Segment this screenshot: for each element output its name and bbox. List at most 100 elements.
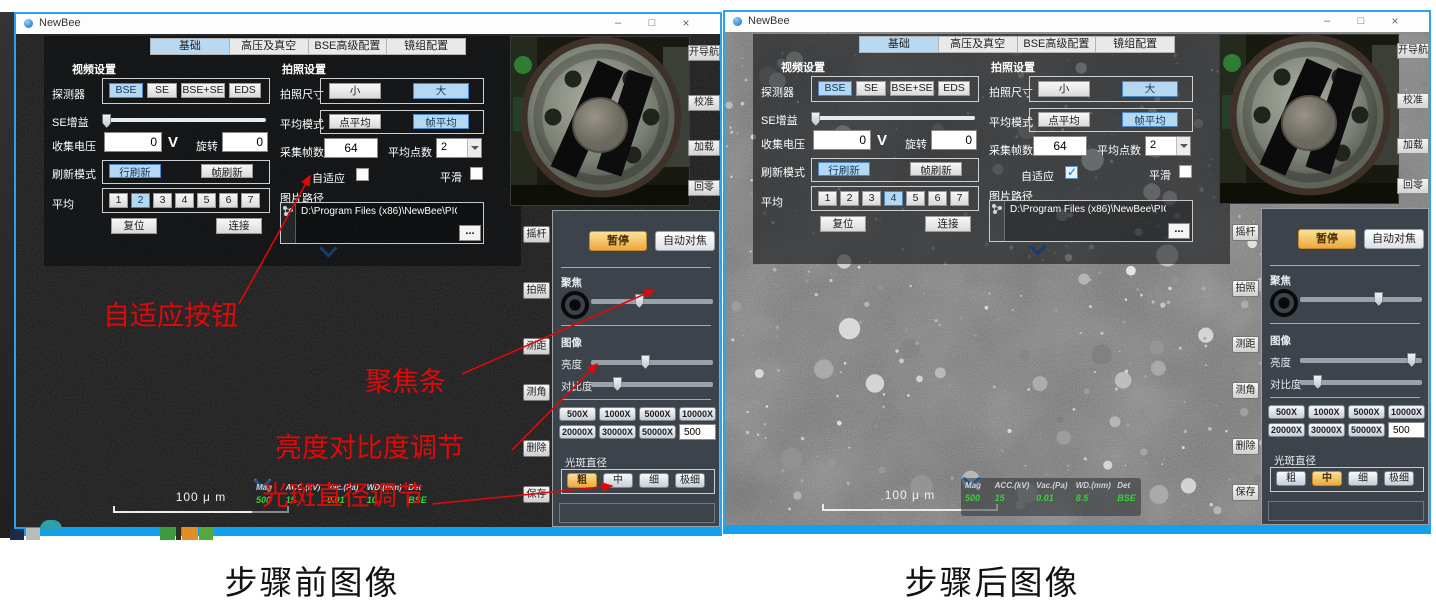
- mag-1000x-button[interactable]: 1000X: [599, 407, 636, 421]
- contrast-slider-thumb[interactable]: [613, 377, 622, 391]
- tab-basic[interactable]: 基础: [859, 36, 939, 53]
- minimize-button[interactable]: –: [604, 15, 632, 32]
- average-5-button[interactable]: 5: [197, 193, 216, 208]
- average-7-button[interactable]: 7: [241, 193, 260, 208]
- mag-30000x-button[interactable]: 30000X: [1308, 423, 1345, 437]
- spot-medium-button[interactable]: 中: [603, 473, 633, 488]
- dropdown-arrow-segment[interactable]: [1176, 137, 1190, 155]
- brightness-slider[interactable]: [1300, 358, 1422, 363]
- average-7-button[interactable]: 7: [950, 191, 969, 206]
- mag-10000x-button[interactable]: 10000X: [679, 407, 716, 421]
- average-3-button[interactable]: 3: [153, 193, 172, 208]
- mag-50000x-button[interactable]: 50000X: [639, 425, 676, 439]
- load-button[interactable]: 加载: [688, 140, 720, 156]
- spot-medium-button[interactable]: 中: [1312, 471, 1342, 486]
- contrast-slider-thumb[interactable]: [1313, 375, 1322, 389]
- size-small-button[interactable]: 小: [1038, 81, 1090, 97]
- detector-eds-button[interactable]: EDS: [229, 83, 261, 98]
- adaptive-checkbox[interactable]: [356, 168, 369, 181]
- detector-se-button[interactable]: SE: [147, 83, 177, 98]
- mag-20000x-button[interactable]: 20000X: [559, 425, 596, 439]
- path-value[interactable]: D:\Program Files (x86)\NewBee\PIC: [1010, 204, 1166, 215]
- point-average-button[interactable]: 点平均: [329, 114, 381, 129]
- spot-extrafine-button[interactable]: 极细: [1384, 471, 1414, 486]
- refresh-frame-button[interactable]: 帧刷新: [910, 162, 962, 176]
- maximize-button[interactable]: □: [638, 15, 666, 32]
- pause-button[interactable]: 暂停: [589, 231, 647, 251]
- average-2-button[interactable]: 2: [840, 191, 859, 206]
- open-nav-button[interactable]: 开导航: [688, 45, 720, 61]
- tab-hv-vacuum[interactable]: 高压及真空: [939, 36, 1018, 53]
- average-6-button[interactable]: 6: [928, 191, 947, 206]
- titlebar[interactable]: NewBee – □ ×: [16, 14, 720, 35]
- se-gain-slider[interactable]: [813, 116, 975, 120]
- joystick-button[interactable]: 摇杆: [523, 226, 550, 243]
- spot-fine-button[interactable]: 细: [639, 473, 669, 488]
- measure-angle-button[interactable]: 测角: [1232, 382, 1259, 399]
- average-1-button[interactable]: 1: [109, 193, 128, 208]
- refresh-frame-button[interactable]: 帧刷新: [201, 164, 253, 178]
- tab-bse-advanced[interactable]: BSE高级配置: [309, 38, 388, 55]
- autofocus-button[interactable]: 自动对焦: [655, 231, 715, 251]
- autofocus-button[interactable]: 自动对焦: [1364, 229, 1424, 249]
- delete-button[interactable]: 删除: [1232, 438, 1259, 455]
- detector-bse-button[interactable]: BSE: [109, 83, 143, 98]
- spot-fine-button[interactable]: 细: [1348, 471, 1378, 486]
- load-button[interactable]: 加载: [1397, 138, 1429, 154]
- average-4-button[interactable]: 4: [884, 191, 903, 206]
- average-2-button[interactable]: 2: [131, 193, 150, 208]
- connect-button[interactable]: 连接: [925, 216, 971, 232]
- refresh-line-button[interactable]: 行刷新: [818, 162, 870, 176]
- browse-button[interactable]: ...: [459, 225, 481, 241]
- size-large-button[interactable]: 大: [413, 83, 469, 99]
- avg-points-dropdown[interactable]: 2: [436, 138, 482, 158]
- mag-5000x-button[interactable]: 5000X: [1348, 405, 1385, 419]
- maximize-button[interactable]: □: [1347, 13, 1375, 30]
- brightness-slider-thumb[interactable]: [641, 355, 650, 369]
- measure-angle-button[interactable]: 测角: [523, 384, 550, 401]
- return-zero-button[interactable]: 回零: [1397, 178, 1429, 194]
- mag-10000x-button[interactable]: 10000X: [1388, 405, 1425, 419]
- frame-average-button[interactable]: 帧平均: [413, 114, 469, 129]
- focus-slider[interactable]: [591, 299, 713, 304]
- focus-slider-thumb[interactable]: [1374, 292, 1383, 306]
- size-small-button[interactable]: 小: [329, 83, 381, 99]
- frame-average-button[interactable]: 帧平均: [1122, 112, 1178, 127]
- tab-hv-vacuum[interactable]: 高压及真空: [230, 38, 309, 55]
- point-average-button[interactable]: 点平均: [1038, 112, 1090, 127]
- brightness-slider[interactable]: [591, 360, 713, 365]
- tab-bse-advanced[interactable]: BSE高级配置: [1018, 36, 1097, 53]
- mag-1000x-button[interactable]: 1000X: [1308, 405, 1345, 419]
- brightness-slider-thumb[interactable]: [1407, 353, 1416, 367]
- measure-distance-button[interactable]: 测距: [1232, 336, 1259, 353]
- average-3-button[interactable]: 3: [862, 191, 881, 206]
- average-4-button[interactable]: 4: [175, 193, 194, 208]
- calibrate-button[interactable]: 校准: [688, 95, 720, 111]
- mag-50000x-button[interactable]: 50000X: [1348, 423, 1385, 437]
- capture-button[interactable]: 拍照: [523, 282, 550, 299]
- tab-lens-config[interactable]: 镜组配置: [387, 38, 466, 55]
- save-button[interactable]: 保存: [1232, 484, 1259, 501]
- detector-se-button[interactable]: SE: [856, 81, 886, 96]
- frames-input[interactable]: 64: [1033, 136, 1087, 156]
- smooth-checkbox[interactable]: [1179, 165, 1192, 178]
- mag-5000x-button[interactable]: 5000X: [639, 407, 676, 421]
- se-gain-slider[interactable]: [104, 118, 266, 122]
- contrast-slider[interactable]: [1300, 380, 1422, 385]
- reset-button[interactable]: 复位: [111, 218, 157, 234]
- refresh-line-button[interactable]: 行刷新: [109, 164, 161, 178]
- average-6-button[interactable]: 6: [219, 193, 238, 208]
- save-button[interactable]: 保存: [523, 486, 550, 503]
- titlebar[interactable]: NewBee – □ ×: [725, 12, 1429, 33]
- close-button[interactable]: ×: [672, 15, 700, 32]
- mag-20000x-button[interactable]: 20000X: [1268, 423, 1305, 437]
- pause-button[interactable]: 暂停: [1298, 229, 1356, 249]
- browse-button[interactable]: ...: [1168, 223, 1190, 239]
- delete-button[interactable]: 删除: [523, 440, 550, 457]
- mag-500x-button[interactable]: 500X: [1268, 405, 1305, 419]
- capture-button[interactable]: 拍照: [1232, 280, 1259, 297]
- avg-points-dropdown[interactable]: 2: [1145, 136, 1191, 156]
- dropdown-arrow-segment[interactable]: [467, 139, 481, 157]
- close-button[interactable]: ×: [1381, 13, 1409, 30]
- se-gain-thumb[interactable]: [811, 112, 820, 126]
